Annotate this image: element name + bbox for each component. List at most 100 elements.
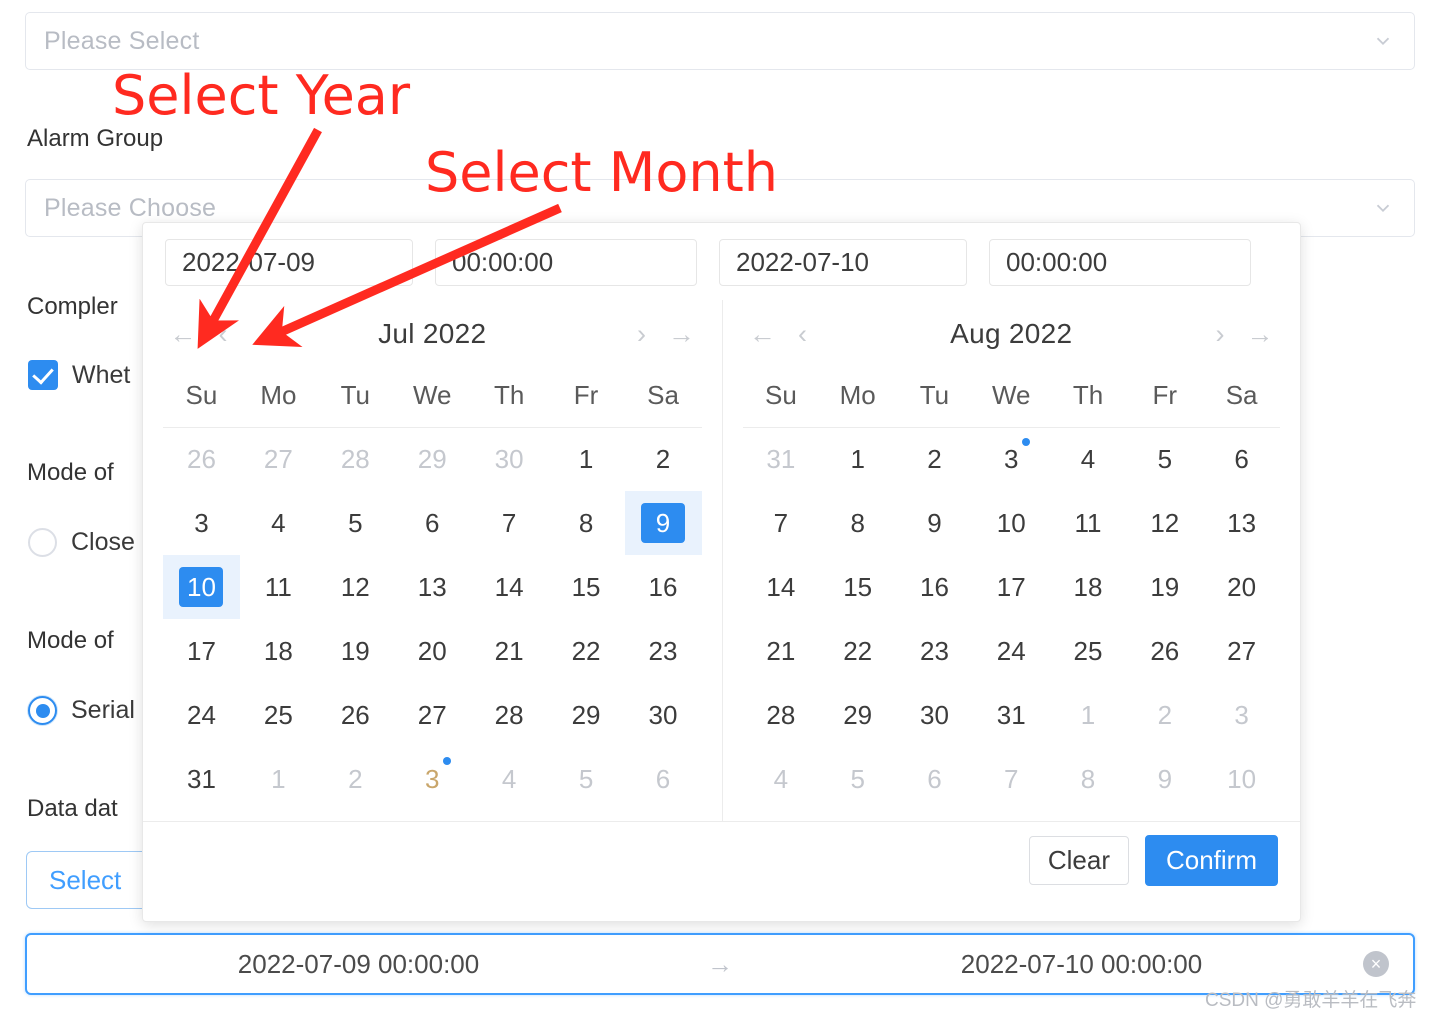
- radio-circle-selected-icon[interactable]: [28, 696, 57, 725]
- calendar-day-cell[interactable]: 15: [819, 555, 896, 619]
- calendar-day-cell[interactable]: 6: [394, 491, 471, 555]
- calendar-day-cell[interactable]: 13: [1203, 491, 1280, 555]
- calendar-day-cell[interactable]: 28: [743, 683, 820, 747]
- calendar-day-cell[interactable]: 22: [548, 619, 625, 683]
- next-month-icon[interactable]: ›: [622, 320, 662, 348]
- calendar-day-cell[interactable]: 19: [1126, 555, 1203, 619]
- calendar-day-cell[interactable]: 7: [471, 491, 548, 555]
- calendar-day-cell[interactable]: 1: [1050, 683, 1127, 747]
- calendar-day-cell[interactable]: 25: [1050, 619, 1127, 683]
- calendar-day-cell[interactable]: 27: [394, 683, 471, 747]
- calendar-day-cell[interactable]: 29: [548, 683, 625, 747]
- calendar-day-cell[interactable]: 10: [1203, 747, 1280, 811]
- calendar-day-cell[interactable]: 20: [394, 619, 471, 683]
- calendar-day-cell[interactable]: 1: [548, 427, 625, 491]
- calendar-day-cell[interactable]: 6: [896, 747, 973, 811]
- calendar-day-cell[interactable]: 4: [471, 747, 548, 811]
- calendar-day-cell[interactable]: 17: [973, 555, 1050, 619]
- calendar-day-cell[interactable]: 23: [625, 619, 702, 683]
- clear-button[interactable]: Clear: [1028, 836, 1129, 885]
- calendar-day-cell[interactable]: 19: [317, 619, 394, 683]
- prev-year-icon[interactable]: ←: [743, 320, 783, 348]
- next-month-icon[interactable]: ›: [1200, 320, 1240, 348]
- radio-serial[interactable]: Serial: [28, 696, 135, 725]
- calendar-day-cell[interactable]: 16: [625, 555, 702, 619]
- radio-circle-icon[interactable]: [28, 528, 57, 557]
- calendar-day-cell[interactable]: 21: [471, 619, 548, 683]
- calendar-day-cell[interactable]: 30: [625, 683, 702, 747]
- calendar-day-cell[interactable]: 10: [163, 555, 240, 619]
- checkbox-box-icon[interactable]: [28, 360, 58, 390]
- calendar-day-cell[interactable]: 28: [317, 427, 394, 491]
- calendar-day-cell[interactable]: 18: [240, 619, 317, 683]
- calendar-day-cell[interactable]: 4: [743, 747, 820, 811]
- calendar-day-cell[interactable]: 3: [163, 491, 240, 555]
- calendar-day-cell[interactable]: 26: [163, 427, 240, 491]
- calendar-day-cell[interactable]: 3: [394, 747, 471, 811]
- calendar-day-cell[interactable]: 8: [819, 491, 896, 555]
- calendar-day-cell[interactable]: 24: [973, 619, 1050, 683]
- calendar-day-cell[interactable]: 29: [819, 683, 896, 747]
- calendar-day-cell[interactable]: 17: [163, 619, 240, 683]
- calendar-day-cell[interactable]: 1: [819, 427, 896, 491]
- calendar-day-cell[interactable]: 7: [973, 747, 1050, 811]
- calendar-day-cell[interactable]: 29: [394, 427, 471, 491]
- calendar-day-cell[interactable]: 22: [819, 619, 896, 683]
- calendar-day-cell[interactable]: 15: [548, 555, 625, 619]
- range-start-value[interactable]: 2022-07-09 00:00:00: [27, 949, 690, 980]
- calendar-day-cell[interactable]: 12: [1126, 491, 1203, 555]
- calendar-day-cell[interactable]: 6: [625, 747, 702, 811]
- calendar-day-cell[interactable]: 9: [896, 491, 973, 555]
- calendar-day-cell[interactable]: 14: [471, 555, 548, 619]
- calendar-day-cell[interactable]: 18: [1050, 555, 1127, 619]
- calendar-day-cell[interactable]: 9: [1126, 747, 1203, 811]
- calendar-day-cell[interactable]: 27: [240, 427, 317, 491]
- calendar-day-cell[interactable]: 1: [240, 747, 317, 811]
- calendar-day-cell[interactable]: 4: [1050, 427, 1127, 491]
- confirm-button[interactable]: Confirm: [1144, 835, 1278, 886]
- calendar-day-cell[interactable]: 4: [240, 491, 317, 555]
- calendar-day-cell[interactable]: 11: [240, 555, 317, 619]
- picker-end-time-input[interactable]: 00:00:00: [989, 239, 1251, 286]
- clear-icon[interactable]: ×: [1363, 951, 1389, 977]
- radio-close[interactable]: Close: [28, 528, 135, 557]
- calendar-day-cell[interactable]: 10: [973, 491, 1050, 555]
- calendar-day-cell[interactable]: 23: [896, 619, 973, 683]
- calendar-day-cell[interactable]: 30: [896, 683, 973, 747]
- calendar-day-cell[interactable]: 27: [1203, 619, 1280, 683]
- calendar-day-cell[interactable]: 2: [1126, 683, 1203, 747]
- picker-start-date-input[interactable]: 2022-07-09: [165, 239, 413, 286]
- calendar-day-cell[interactable]: 31: [743, 427, 820, 491]
- calendar-day-cell[interactable]: 26: [317, 683, 394, 747]
- calendar-day-cell[interactable]: 21: [743, 619, 820, 683]
- calendar-day-cell[interactable]: 9: [624, 491, 702, 555]
- calendar-day-cell[interactable]: 16: [896, 555, 973, 619]
- calendar-day-cell[interactable]: 13: [394, 555, 471, 619]
- calendar-day-cell[interactable]: 24: [163, 683, 240, 747]
- calendar-day-cell[interactable]: 14: [743, 555, 820, 619]
- calendar-day-cell[interactable]: 6: [1203, 427, 1280, 491]
- calendar-left-title[interactable]: Jul 2022: [243, 318, 622, 350]
- calendar-day-cell[interactable]: 2: [896, 427, 973, 491]
- prev-month-icon[interactable]: ‹: [203, 320, 243, 348]
- calendar-day-cell[interactable]: 11: [1050, 491, 1127, 555]
- calendar-day-cell[interactable]: 28: [471, 683, 548, 747]
- top-select[interactable]: Please Select: [25, 12, 1415, 70]
- calendar-day-cell[interactable]: 20: [1203, 555, 1280, 619]
- checkbox-whether[interactable]: Whet: [28, 360, 130, 390]
- calendar-day-cell[interactable]: 5: [317, 491, 394, 555]
- calendar-day-cell[interactable]: 5: [548, 747, 625, 811]
- picker-start-time-input[interactable]: 00:00:00: [435, 239, 697, 286]
- calendar-day-cell[interactable]: 8: [548, 491, 625, 555]
- calendar-day-cell[interactable]: 31: [973, 683, 1050, 747]
- calendar-day-cell[interactable]: 7: [743, 491, 820, 555]
- prev-year-icon[interactable]: ←: [163, 320, 203, 348]
- calendar-day-cell[interactable]: 12: [317, 555, 394, 619]
- select-button[interactable]: Select: [26, 851, 154, 909]
- calendar-day-cell[interactable]: 3: [973, 427, 1050, 491]
- next-year-icon[interactable]: →: [662, 320, 702, 348]
- calendar-day-cell[interactable]: 26: [1126, 619, 1203, 683]
- picker-end-date-input[interactable]: 2022-07-10: [719, 239, 967, 286]
- calendar-day-cell[interactable]: 30: [471, 427, 548, 491]
- next-year-icon[interactable]: →: [1240, 320, 1280, 348]
